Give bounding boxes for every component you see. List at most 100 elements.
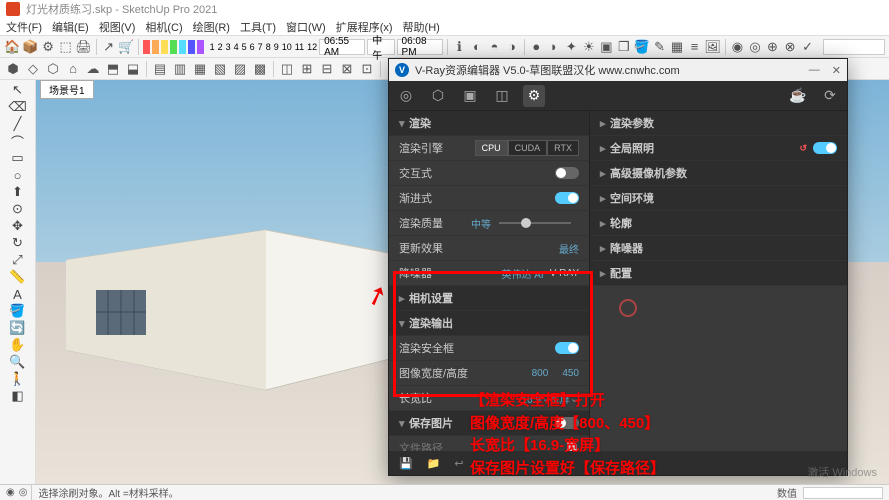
bucket-icon[interactable]: 🪣 [634, 38, 650, 56]
scene-tab[interactable]: 场景号1 [40, 80, 94, 99]
move-tool-icon[interactable]: ✥ [10, 218, 26, 234]
measurement-field[interactable] [803, 487, 883, 499]
cart-icon[interactable]: 🛒 [118, 38, 134, 56]
vr-a-icon[interactable]: ◐ [469, 38, 485, 56]
scale-tool-icon[interactable]: ⤢ [10, 252, 26, 268]
r-space-env[interactable]: ▸空间环境 [590, 186, 847, 211]
arrow-icon[interactable]: ↗ [101, 38, 117, 56]
color-orange-icon[interactable] [152, 40, 159, 54]
fx5-icon[interactable]: ✓ [800, 38, 816, 56]
rect-tool-icon[interactable]: ▭ [10, 150, 26, 166]
pan-tool-icon[interactable]: ✋ [10, 337, 26, 353]
section-render[interactable]: ▾渲染 [389, 111, 589, 136]
color-cyan-icon[interactable] [179, 40, 186, 54]
color-red-icon[interactable] [143, 40, 150, 54]
stack-icon[interactable]: ≡ [687, 38, 703, 56]
height-field[interactable]: 450 [562, 368, 579, 379]
t2-q-icon[interactable]: ⊠ [338, 60, 356, 78]
t2-f-icon[interactable]: ⬒ [104, 60, 122, 78]
reset-icon[interactable]: ↺ [799, 143, 807, 154]
fx3-icon[interactable]: ⊕ [765, 38, 781, 56]
r-contour[interactable]: ▸轮廓 [590, 211, 847, 236]
date-field[interactable]: 06:08 PM [397, 39, 443, 55]
t2-r-icon[interactable]: ⊡ [358, 60, 376, 78]
vray-tab-geometry-icon[interactable]: ▣ [459, 85, 481, 107]
cube2-icon[interactable]: ▣ [599, 38, 615, 56]
offset-tool-icon[interactable]: ⊙ [10, 201, 26, 217]
color-purple-icon[interactable] [197, 40, 204, 54]
fx1-icon[interactable]: ◉ [730, 38, 746, 56]
img-icon[interactable]: 🖼 [704, 38, 721, 56]
cube-icon[interactable]: ⬚ [58, 38, 74, 56]
zoom-tool-icon[interactable]: 🔍 [10, 354, 26, 370]
push-tool-icon[interactable]: ⬆ [10, 184, 26, 200]
vray-tab-textures-icon[interactable]: ◫ [491, 85, 513, 107]
info-icon[interactable]: ℹ [452, 38, 468, 56]
vray-render-icon[interactable]: ☕ [787, 85, 809, 107]
width-field[interactable]: 800 [532, 368, 549, 379]
time-field[interactable]: 06:55 AM [319, 39, 365, 55]
layers-icon[interactable]: ❐ [616, 38, 632, 56]
vray-tab-materials-icon[interactable]: ◎ [395, 85, 417, 107]
dropper-icon[interactable]: ✎ [652, 38, 668, 56]
text-tool-icon[interactable]: A [10, 286, 26, 302]
vr-c-icon[interactable]: ◑ [504, 38, 520, 56]
minimize-icon[interactable]: — [809, 64, 820, 77]
t2-k-icon[interactable]: ▧ [211, 60, 229, 78]
menu-edit[interactable]: 编辑(E) [52, 19, 89, 35]
fx2-icon[interactable]: ◎ [747, 38, 763, 56]
close-icon[interactable]: ✕ [832, 64, 841, 77]
eraser-tool-icon[interactable]: ⌫ [10, 99, 26, 115]
print-icon[interactable]: 🖨 [75, 38, 92, 56]
vr-b-icon[interactable]: ◓ [487, 38, 503, 56]
rotate-tool-icon[interactable]: ↻ [10, 235, 26, 251]
vray-tab-lights-icon[interactable]: ⬡ [427, 85, 449, 107]
select-tool-icon[interactable]: ↖ [10, 82, 26, 98]
r-config[interactable]: ▸配置 [590, 261, 847, 286]
tape-tool-icon[interactable]: 📏 [10, 269, 26, 285]
color-blue-icon[interactable] [188, 40, 195, 54]
noon-field[interactable]: 中午 [367, 39, 394, 55]
gear-icon[interactable]: ⚙ [40, 38, 56, 56]
interactive-toggle[interactable] [555, 167, 579, 179]
box-icon[interactable]: 📦 [22, 38, 38, 56]
section-tool-icon[interactable]: ◧ [10, 388, 26, 404]
quality-slider[interactable] [499, 222, 571, 224]
arc-tool-icon[interactable]: ⌒ [10, 133, 26, 149]
status-icon-a[interactable]: ◉ [6, 487, 15, 498]
footer-save-icon[interactable]: 💾 [399, 457, 413, 470]
hemi-icon[interactable]: ◗ [546, 38, 562, 56]
orbit-tool-icon[interactable]: 🔄 [10, 320, 26, 336]
r-adv-camera[interactable]: ▸高级摄像机参数 [590, 161, 847, 186]
fx4-icon[interactable]: ⊗ [782, 38, 798, 56]
circle-tool-icon[interactable]: ○ [10, 167, 26, 183]
engine-buttons[interactable]: CPU CUDA RTX [475, 140, 579, 156]
t2-c-icon[interactable]: ⬡ [44, 60, 62, 78]
t2-h-icon[interactable]: ▤ [151, 60, 169, 78]
r-denoiser[interactable]: ▸降噪器 [590, 236, 847, 261]
safeframe-toggle[interactable] [555, 342, 579, 354]
home-icon[interactable]: 🏠 [4, 38, 20, 56]
section-camera[interactable]: ▸相机设置 [389, 286, 589, 311]
footer-revert-icon[interactable]: ↩ [454, 457, 463, 470]
t2-a-icon[interactable]: ⬢ [4, 60, 22, 78]
line-tool-icon[interactable]: ╱ [10, 116, 26, 132]
sun-icon[interactable]: ☀ [581, 38, 597, 56]
paint-tool-icon[interactable]: 🪣 [10, 303, 26, 319]
r-gi[interactable]: ▸全局照明↺ [590, 136, 847, 161]
menu-draw[interactable]: 绘图(R) [193, 19, 230, 35]
t2-d-icon[interactable]: ⌂ [64, 60, 82, 78]
menu-tools[interactable]: 工具(T) [240, 19, 276, 35]
t2-m-icon[interactable]: ▩ [251, 60, 269, 78]
r-render-params[interactable]: ▸渲染参数 [590, 111, 847, 136]
t2-b-icon[interactable]: ◇ [24, 60, 42, 78]
menu-file[interactable]: 文件(F) [6, 19, 42, 35]
person-tool-icon[interactable]: 🚶 [10, 371, 26, 387]
gi-toggle[interactable] [813, 142, 837, 154]
footer-folder-icon[interactable]: 📁 [427, 457, 441, 470]
t2-o-icon[interactable]: ⊞ [298, 60, 316, 78]
t2-i-icon[interactable]: ▥ [171, 60, 189, 78]
vray-titlebar[interactable]: V V-Ray资源编辑器 V5.0-草图联盟汉化 www.cnwhc.com —… [389, 59, 847, 81]
t2-p-icon[interactable]: ⊟ [318, 60, 336, 78]
light-icon[interactable]: ✦ [564, 38, 580, 56]
